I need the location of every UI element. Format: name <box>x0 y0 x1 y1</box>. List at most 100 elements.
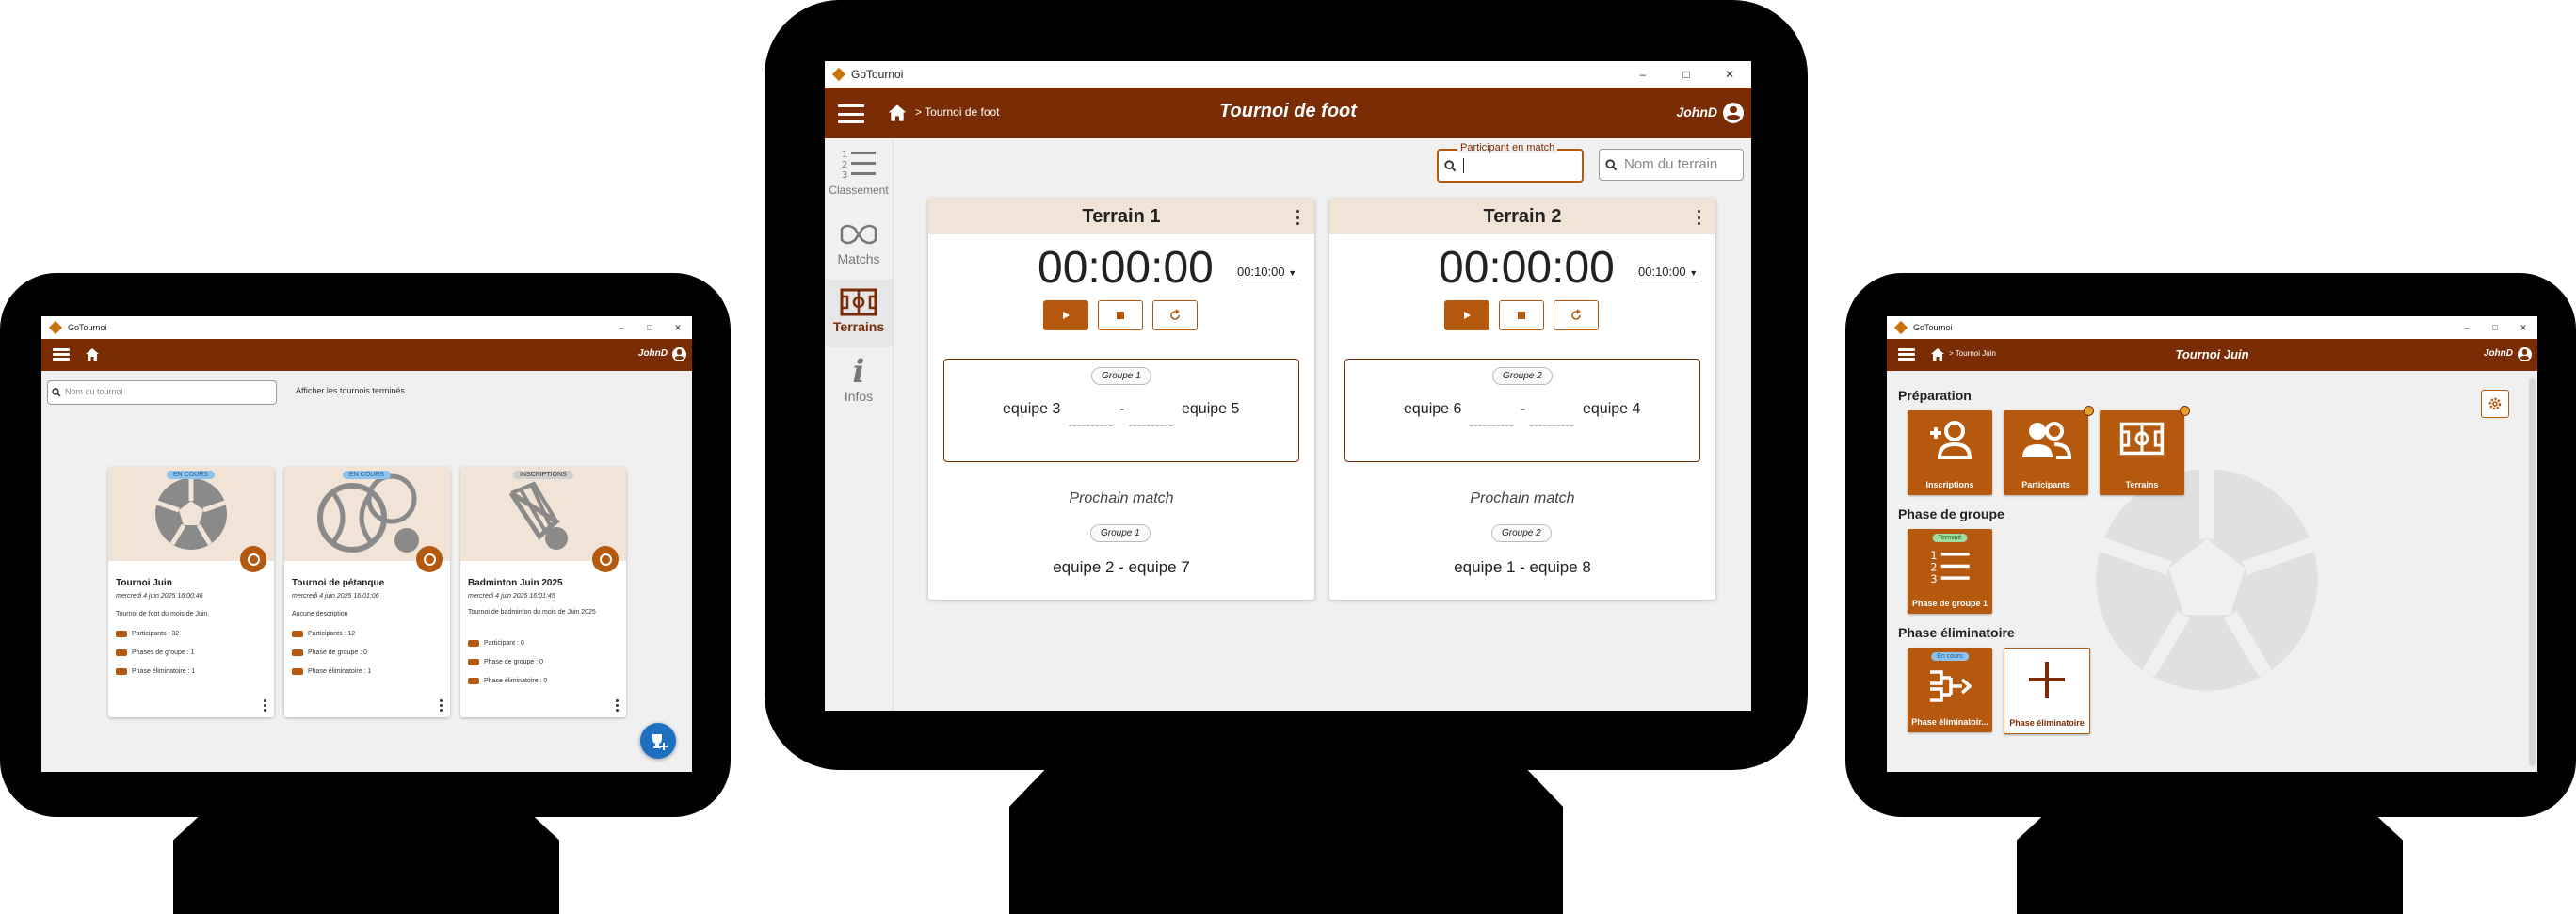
search-icon <box>52 388 61 397</box>
tile-label: Terrains <box>2125 480 2159 489</box>
tournament-card[interactable]: INSCRIPTIONS Badminton Juin 2025 mercred… <box>460 467 626 717</box>
nav-terrains[interactable]: Terrains <box>825 280 893 347</box>
nav-classement[interactable]: 123 Classement <box>825 142 893 208</box>
more-options-icon[interactable] <box>264 699 266 712</box>
tournament-card[interactable]: EN COURS Tournoi de pétanque mercredi 4 … <box>284 467 450 717</box>
match-timer: 00:00:00 <box>1439 243 1615 293</box>
gear-icon <box>2488 397 2502 410</box>
right-appbar: > Tournoi Juin Tournoi Juin JohnD <box>1887 339 2537 371</box>
nav-infos[interactable]: i Infos <box>825 351 893 417</box>
refresh-icon <box>1170 309 1180 320</box>
field-icon <box>2119 422 2165 456</box>
badminton-sport-icon <box>592 546 619 572</box>
next-group-chip: Groupe 1 <box>1090 524 1151 542</box>
match-duration-select[interactable]: 00:10:00 ▼ <box>1638 265 1699 281</box>
right-titlebar: GoTournoi – □ ✕ <box>1887 316 2537 339</box>
tournament-search-input[interactable]: Nom du tournoi <box>47 380 277 405</box>
terrain-name: Terrain 1 <box>1082 206 1161 227</box>
maximize-button[interactable]: □ <box>2481 323 2509 332</box>
user-name: JohnD <box>1676 104 1717 120</box>
tournament-card[interactable]: EN COURS Tournoi Juin mercredi 4 juin 20… <box>108 467 274 717</box>
play-icon <box>1464 312 1471 319</box>
score-a-input[interactable] <box>1470 425 1513 426</box>
minimize-button[interactable]: – <box>607 323 636 332</box>
stop-icon <box>1518 312 1525 319</box>
participants-tile[interactable]: Participants <box>2004 410 2088 495</box>
next-match: equipe 2 - equipe 7 <box>1053 558 1190 576</box>
refresh-icon <box>1571 309 1581 320</box>
right-screen: GoTournoi – □ ✕ > Tournoi Juin Tournoi J… <box>1887 316 2537 772</box>
reset-timer-button[interactable] <box>1152 300 1198 330</box>
terrains-tile[interactable]: Terrains <box>2100 410 2184 495</box>
bracket-icon <box>1930 670 1972 702</box>
user-account-icon[interactable] <box>1723 103 1744 123</box>
score-b-input[interactable] <box>1129 425 1172 426</box>
team-a: equipe 3 <box>1003 401 1061 417</box>
tournament-date: mercredi 4 juin 2025 16:00:46 <box>116 593 203 600</box>
versus-icon <box>840 224 877 245</box>
stop-timer-button[interactable] <box>1098 300 1143 330</box>
status-badge: En cours <box>1931 652 1969 661</box>
stop-timer-button[interactable] <box>1499 300 1544 330</box>
minimize-button[interactable]: – <box>2453 323 2481 332</box>
petanque-balls-icon <box>317 473 419 553</box>
more-options-icon[interactable] <box>616 699 619 712</box>
show-finished-toggle[interactable]: Afficher les tournois terminés <box>296 386 405 395</box>
user-account-icon[interactable] <box>672 347 686 361</box>
user-account-icon[interactable] <box>2518 347 2532 361</box>
nav-matchs[interactable]: Matchs <box>825 212 893 278</box>
app-logo-icon <box>831 67 846 82</box>
participants-count: Participants : 32 <box>116 631 179 637</box>
home-icon[interactable] <box>85 347 100 361</box>
maximize-button[interactable]: □ <box>1665 68 1708 81</box>
scrollbar[interactable] <box>2529 378 2536 766</box>
notification-dot <box>2084 406 2094 416</box>
maximize-button[interactable]: □ <box>636 323 664 332</box>
tournament-date: mercredi 4 juin 2025 16:01:06 <box>292 593 379 600</box>
more-options-icon[interactable] <box>440 699 443 712</box>
petanque-sport-icon <box>416 546 443 572</box>
terrain-search-input[interactable]: Nom du terrain <box>1599 149 1744 181</box>
inscriptions-tile[interactable]: Inscriptions <box>1908 410 1992 495</box>
center-screen: GoTournoi – □ ✕ > Tournoi de foot Tourno… <box>825 61 1751 711</box>
elim-phases-count: Phase éliminatoire : 1 <box>116 668 195 675</box>
window-title: GoTournoi <box>68 323 107 332</box>
minimize-button[interactable]: – <box>1621 68 1665 81</box>
group-phase-1-tile[interactable]: Terminé 123 Phase de groupe 1 <box>1908 529 1992 614</box>
page-title: Tournoi de foot <box>1219 101 1357 121</box>
close-button[interactable]: ✕ <box>1708 68 1751 81</box>
app-logo-icon <box>48 320 63 335</box>
tournament-description: Tournoi de badminton du mois de Juin 202… <box>468 609 596 616</box>
score-b-input[interactable] <box>1530 425 1573 426</box>
reset-timer-button[interactable] <box>1554 300 1599 330</box>
next-match: equipe 1 - equipe 8 <box>1454 558 1591 576</box>
tournament-name: Tournoi Juin <box>116 578 172 588</box>
elim-phase-1-tile[interactable]: En cours Phase éliminatoir... <box>1908 648 1992 732</box>
stop-icon <box>1117 312 1124 319</box>
more-options-icon[interactable] <box>1296 210 1299 225</box>
people-icon <box>2022 422 2071 459</box>
bracket-icon <box>116 668 127 675</box>
people-icon <box>116 631 127 637</box>
section-elimination-phase: Phase éliminatoire <box>1898 625 2015 640</box>
left-screen: GoTournoi – □ ✕ JohnD Nom du tournoi Aff… <box>41 316 692 772</box>
terrain-card: Terrain 2 00:00:00 00:10:00 ▼ Groupe 2 e… <box>1329 199 1715 600</box>
settings-button[interactable] <box>2481 390 2509 418</box>
chevron-down-icon: ▼ <box>1288 268 1297 278</box>
start-timer-button[interactable] <box>1444 300 1489 330</box>
elim-phases-count: Phase éliminatoire : 0 <box>468 678 547 684</box>
add-elim-phase-tile[interactable]: Phase éliminatoire <box>2004 648 2090 734</box>
participant-search-input[interactable]: Participant en match <box>1437 142 1584 183</box>
start-timer-button[interactable] <box>1043 300 1088 330</box>
close-button[interactable]: ✕ <box>2509 323 2537 333</box>
match-duration-select[interactable]: 00:10:00 ▼ <box>1237 265 1297 281</box>
page-title: Tournoi Juin <box>2175 347 2249 361</box>
current-match: Groupe 2 equipe 6 - equipe 4 <box>1344 359 1700 462</box>
score-a-input[interactable] <box>1069 425 1112 426</box>
more-options-icon[interactable] <box>1698 210 1700 225</box>
menu-icon[interactable] <box>53 348 70 361</box>
close-button[interactable]: ✕ <box>664 323 692 333</box>
shuttlecock-icon <box>508 481 568 550</box>
add-tournament-button[interactable] <box>640 723 676 759</box>
add-trophy-icon <box>652 734 668 750</box>
